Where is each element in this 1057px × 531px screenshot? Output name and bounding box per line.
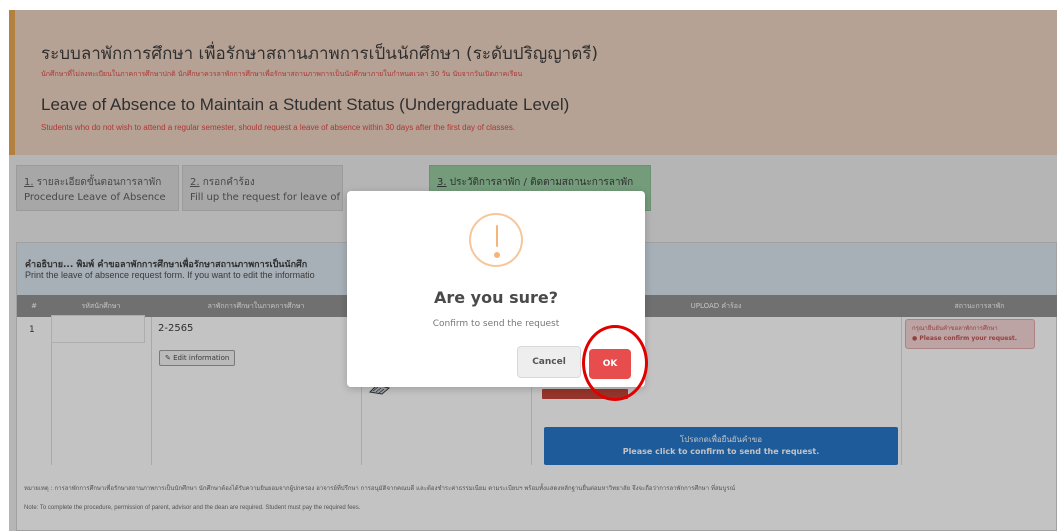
exclamation-warning-icon: [469, 213, 523, 267]
cancel-button[interactable]: Cancel: [517, 346, 581, 378]
ok-highlight-annotation: [582, 325, 648, 401]
dialog-title: Are you sure?: [433, 288, 558, 307]
